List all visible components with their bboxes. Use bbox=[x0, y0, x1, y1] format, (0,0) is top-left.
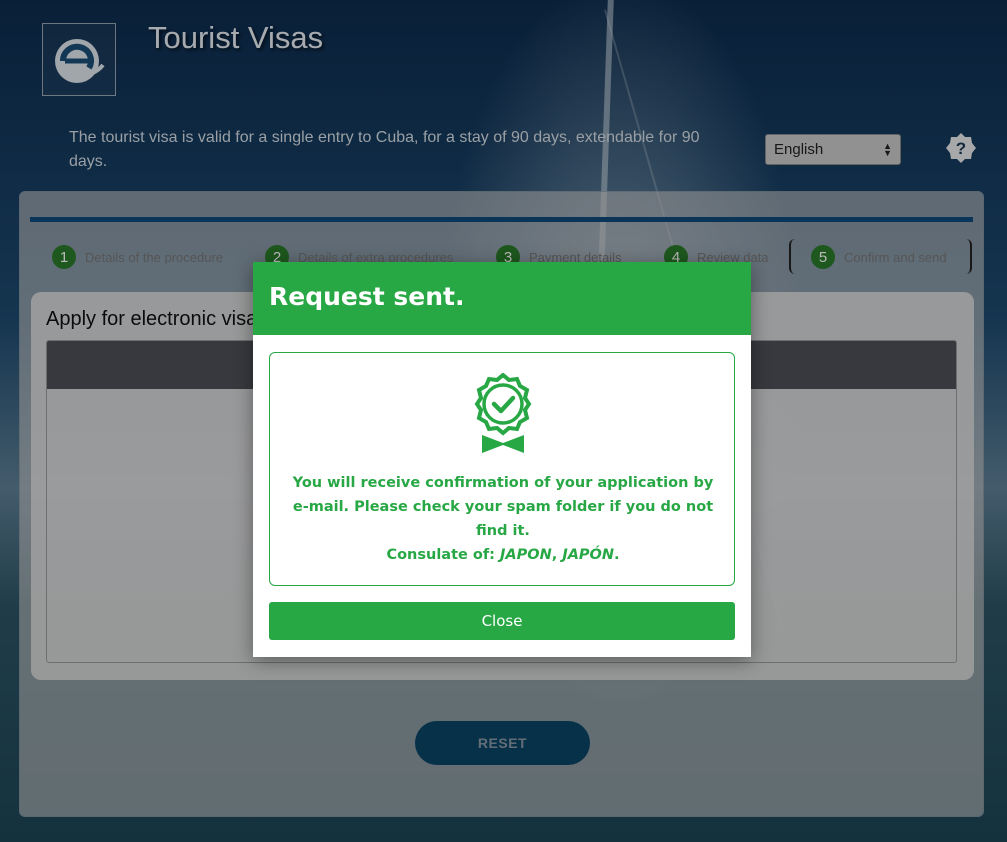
request-sent-modal: Request sent. You will receive confirmat… bbox=[253, 262, 751, 657]
consulate-label: Consulate of: bbox=[386, 547, 495, 563]
modal-title: Request sent. bbox=[253, 262, 751, 335]
confirmation-text: You will receive confirmation of your ap… bbox=[292, 475, 714, 539]
consulate-value-alt: JAPÓN bbox=[562, 547, 615, 563]
modal-message-box: You will receive confirmation of your ap… bbox=[269, 352, 735, 586]
consulate-line: Consulate of: JAPON, JAPÓN. bbox=[386, 547, 620, 563]
confirmation-message: You will receive confirmation of your ap… bbox=[290, 471, 716, 567]
consulate-value: JAPON bbox=[500, 547, 552, 563]
award-badge-icon bbox=[474, 373, 532, 453]
close-button[interactable]: Close bbox=[269, 602, 735, 640]
